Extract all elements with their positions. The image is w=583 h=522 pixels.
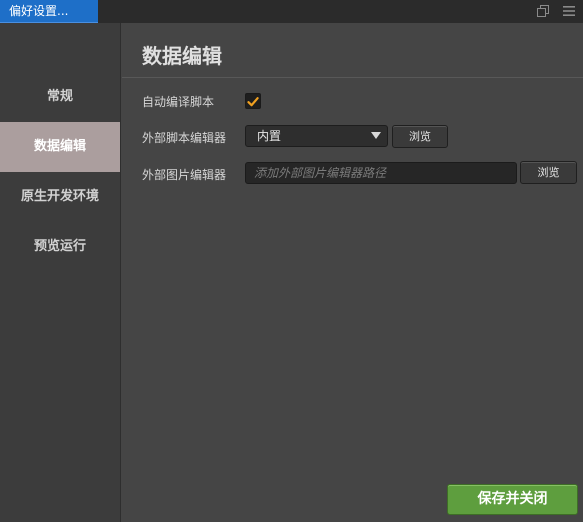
script-editor-label: 外部脚本编辑器 (142, 131, 227, 145)
checkmark-icon (247, 97, 259, 107)
script-editor-select[interactable]: 内置 (245, 125, 388, 147)
image-editor-path-input[interactable] (245, 162, 517, 184)
menu-icon[interactable] (563, 5, 575, 17)
dropdown-arrow-icon (371, 132, 381, 139)
window-tab[interactable]: 偏好设置... (0, 0, 98, 23)
divider (122, 77, 583, 78)
script-editor-browse-button[interactable]: 浏览 (392, 125, 448, 148)
auto-compile-label: 自动编译脚本 (142, 95, 215, 109)
image-editor-browse-button[interactable]: 浏览 (520, 161, 577, 184)
script-editor-selected-value: 内置 (257, 129, 282, 143)
sidebar-item-native-dev-env[interactable]: 原生开发环境 (0, 172, 120, 222)
sidebar-item-general[interactable]: 常规 (0, 72, 120, 122)
title-bar: 偏好设置... (0, 0, 583, 23)
auto-compile-checkbox[interactable] (245, 93, 261, 109)
restore-icon[interactable] (537, 5, 549, 17)
save-and-close-button[interactable]: 保存并关闭 (447, 484, 578, 515)
sidebar-item-data-editing[interactable]: 数据编辑 (0, 122, 120, 172)
page-title: 数据编辑 (142, 44, 222, 68)
image-editor-label: 外部图片编辑器 (142, 168, 227, 182)
sidebar-item-preview-run[interactable]: 预览运行 (0, 222, 120, 272)
sidebar: 常规 数据编辑 原生开发环境 预览运行 (0, 23, 121, 522)
